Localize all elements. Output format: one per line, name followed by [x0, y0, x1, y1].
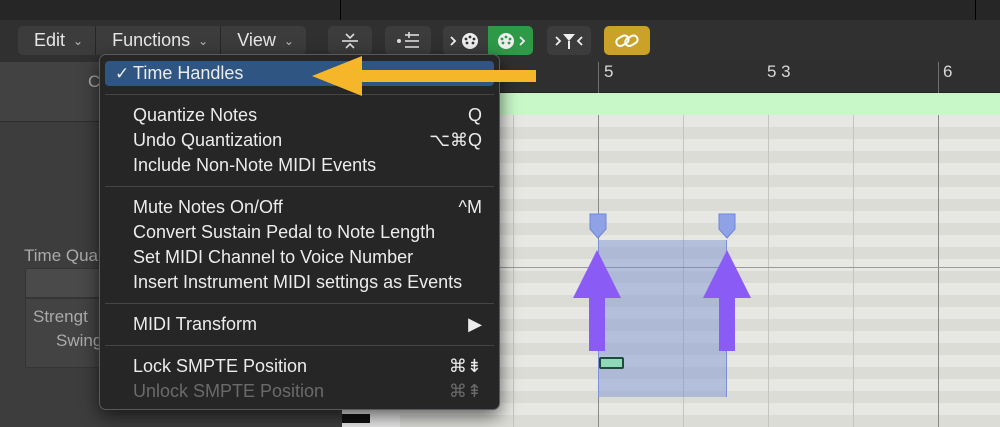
grid-bar-line	[938, 115, 939, 427]
ruler-bar-line	[938, 62, 939, 93]
menu-item-label: Set MIDI Channel to Voice Number	[133, 247, 414, 267]
menu-bar: Edit ⌄ Functions ⌄ View ⌄	[18, 26, 306, 55]
menu-separator	[105, 345, 494, 346]
menu-item-insert-instrument-midi-settings[interactable]: Insert Instrument MIDI settings as Event…	[100, 270, 499, 295]
menu-item-quantize-notes[interactable]: Quantize Notes Q	[100, 103, 499, 128]
functions-menu-label: Functions	[112, 30, 191, 50]
menu-item-undo-quantization[interactable]: Undo Quantization ⌥⌘Q	[100, 128, 499, 153]
up-arrow-icon	[703, 250, 751, 351]
menu-item-lock-smpte-position[interactable]: Lock SMPTE Position ⌘⇟	[100, 354, 499, 379]
strength-label: Strengt	[33, 307, 88, 326]
functions-dropdown-menu: ✓ Time Handles Quantize Notes Q Undo Qua…	[99, 54, 500, 410]
time-quantize-label: Time Qua	[24, 246, 99, 265]
up-arrow-icon	[573, 250, 621, 351]
grid-line	[768, 115, 769, 427]
view-menu[interactable]: View ⌄	[221, 26, 306, 55]
piano-keys[interactable]	[342, 410, 402, 427]
swing-label: Swing	[56, 331, 103, 350]
edit-menu-label: Edit	[34, 30, 66, 50]
menu-item-shortcut: ^M	[458, 197, 482, 217]
menu-item-label: Convert Sustain Pedal to Note Length	[133, 222, 436, 242]
catch-button[interactable]	[547, 26, 591, 55]
catch-icon	[555, 33, 583, 49]
menu-item-midi-transform[interactable]: MIDI Transform ▶	[100, 312, 499, 337]
menu-item-label: MIDI Transform	[133, 314, 258, 334]
menu-item-label: Unlock SMPTE Position	[133, 381, 325, 401]
menu-separator	[105, 303, 494, 304]
midi-out-button[interactable]	[488, 26, 533, 55]
menu-item-mute-notes[interactable]: Mute Notes On/Off ^M	[100, 195, 499, 220]
menu-item-shortcut: ⌘⇞	[448, 381, 482, 401]
menu-item-label: Mute Notes On/Off	[133, 197, 283, 217]
link-icon	[615, 34, 639, 47]
list-filter-button[interactable]	[385, 26, 431, 55]
ruler-label-5: 5	[604, 62, 614, 81]
ruler-bar-line	[598, 62, 599, 93]
menu-item-label: Insert Instrument MIDI settings as Event…	[133, 272, 463, 292]
collapse-button[interactable]	[328, 26, 372, 55]
menu-item-shortcut: Q	[467, 105, 482, 125]
menu-item-convert-sustain-pedal[interactable]: Convert Sustain Pedal to Note Length	[100, 220, 499, 245]
midi-in-out-group	[443, 26, 533, 55]
menu-item-label: Include Non-Note MIDI Events	[133, 155, 377, 175]
divider	[340, 0, 341, 20]
divider	[975, 0, 976, 20]
collapse-icon	[342, 32, 358, 49]
midi-out-icon	[497, 32, 525, 49]
midi-note[interactable]	[599, 357, 624, 369]
menu-item-unlock-smpte-position: Unlock SMPTE Position ⌘⇞	[100, 379, 499, 404]
menu-item-set-midi-channel[interactable]: Set MIDI Channel to Voice Number	[100, 245, 499, 270]
ruler-label-6: 6	[943, 62, 953, 81]
menu-item-label: Undo Quantization	[133, 130, 283, 150]
top-strip	[0, 0, 1000, 20]
chevron-down-icon: ⌄	[198, 33, 209, 48]
checkmark-icon: ✓	[115, 63, 130, 83]
menu-item-label: Quantize Notes	[133, 105, 258, 125]
list-filter-icon	[397, 31, 419, 48]
grid-line	[853, 115, 854, 427]
view-menu-label: View	[237, 30, 276, 50]
menu-item-shortcut: ⌥⌘Q	[429, 130, 482, 150]
time-handle-left-icon[interactable]	[589, 213, 607, 239]
black-key[interactable]	[342, 414, 370, 423]
menu-item-include-non-note-midi-events[interactable]: Include Non-Note MIDI Events	[100, 153, 499, 178]
midi-in-button[interactable]	[443, 26, 488, 55]
grid-line	[513, 115, 514, 427]
menu-separator	[105, 186, 494, 187]
chevron-down-icon: ⌄	[73, 33, 84, 48]
edit-menu[interactable]: Edit ⌄	[18, 26, 97, 55]
midi-in-icon	[449, 32, 478, 49]
menu-item-label: Lock SMPTE Position	[133, 356, 308, 376]
link-button[interactable]	[604, 26, 650, 55]
menu-item-shortcut: ⌘⇟	[448, 356, 482, 376]
ruler-label-5-3: 5 3	[767, 62, 791, 81]
time-handle-right-icon[interactable]	[718, 213, 736, 239]
left-arrow-icon	[312, 56, 536, 96]
submenu-arrow-icon: ▶	[468, 314, 482, 334]
functions-menu[interactable]: Functions ⌄	[96, 26, 222, 55]
chevron-down-icon: ⌄	[283, 33, 294, 48]
